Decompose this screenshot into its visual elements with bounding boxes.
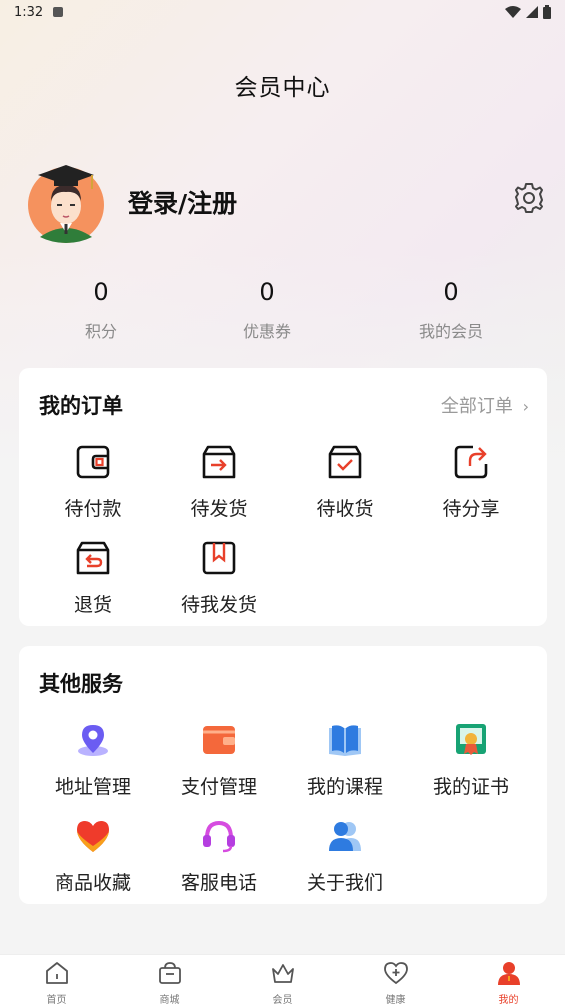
order-item-label: 退货 [73,594,112,616]
service-payment[interactable]: 支付管理 [156,720,282,799]
settings-button[interactable] [513,182,545,214]
service-customer-phone[interactable]: 客服电话 [156,816,282,895]
service-favorites[interactable]: 商品收藏 [30,816,156,895]
tab-mine[interactable]: 我的 [452,960,565,1004]
service-about-us[interactable]: 关于我们 [282,816,408,895]
status-icons [505,5,551,19]
services-card: 其他服务 地址管理 支付管理 我的课程 我的证书 商品收藏 客服电话 关于我们 [19,646,547,904]
stat-value: 0 [93,278,109,306]
tab-member[interactable]: 会员 [226,960,339,1004]
order-item-my-shipment[interactable]: 待我发货 [156,538,282,617]
book-icon [329,725,361,756]
health-icon [383,962,408,985]
home-icon [45,962,68,984]
service-label: 我的课程 [306,776,383,798]
order-item-pending-share[interactable]: 待分享 [408,442,534,521]
tab-label: 首页 [46,995,67,1004]
shop-icon [158,962,181,984]
order-item-label: 待分享 [442,498,500,520]
stats-row: 0 积分 0 优惠券 0 我的会员 [0,276,565,346]
all-orders-label: 全部订单 [440,396,513,417]
stat-value: 0 [259,278,275,306]
orders-title: 我的订单 [39,394,123,418]
gear-icon [515,183,543,213]
order-item-pending-shipment[interactable]: 待发货 [156,442,282,521]
stat-membership[interactable]: 0 我的会员 [381,276,521,342]
wifi-icon [505,5,521,18]
service-address[interactable]: 地址管理 [30,720,156,799]
certificate-icon [456,724,486,755]
people-icon [329,822,361,851]
tab-health[interactable]: 健康 [339,960,452,1004]
order-item-label: 待付款 [64,498,122,520]
service-label: 支付管理 [180,776,257,798]
order-item-return[interactable]: 退货 [30,538,156,617]
stat-label: 我的会员 [418,322,483,341]
wallet-icon [76,445,110,479]
service-label: 关于我们 [306,872,383,894]
status-bar: 1:32 [0,0,565,24]
signal-icon [526,5,538,18]
headset-icon [203,820,235,853]
order-item-pending-receipt[interactable]: 待收货 [282,442,408,521]
chevron-right-icon: › [522,397,529,416]
stat-coupons[interactable]: 0 优惠券 [197,276,337,342]
service-label: 地址管理 [54,776,131,798]
notification-icon [53,7,64,17]
crown-icon [271,964,294,983]
login-register-link[interactable]: 登录/注册 [128,184,237,220]
package-icon [202,541,236,575]
tab-label: 健康 [385,995,406,1004]
battery-icon [543,5,551,19]
stat-value: 0 [443,278,459,306]
box-check-icon [328,445,362,479]
graduate-avatar-icon [28,165,104,243]
service-certificate[interactable]: 我的证书 [408,720,534,799]
stat-points[interactable]: 0 积分 [31,276,171,342]
all-orders-link[interactable]: 全部订单 › [441,392,529,418]
order-item-pending-payment[interactable]: 待付款 [30,442,156,521]
page-title: 会员中心 [234,75,331,101]
share-icon [454,445,488,479]
return-icon [76,541,110,575]
location-icon [78,725,108,756]
payment-wallet-icon [203,726,235,754]
status-time: 1:32 [14,4,44,20]
service-label: 客服电话 [180,872,257,894]
orders-card: 我的订单 全部订单 › 待付款 待发货 待收货 待分享 退货 待我发货 [19,368,547,626]
tab-label: 商城 [159,995,180,1004]
tab-label: 我的 [498,995,519,1004]
profile-section: 登录/注册 [26,160,545,244]
box-send-icon [202,445,236,479]
heart-icon [77,821,109,852]
tab-label: 会员 [272,995,293,1004]
order-item-label: 待发货 [190,498,248,520]
bottom-tab-bar: 首页 商城 会员 健康 我的 [0,954,565,1004]
services-title: 其他服务 [39,672,123,696]
order-item-label: 待收货 [316,498,374,520]
service-label: 我的证书 [432,776,509,798]
tab-shop[interactable]: 商城 [113,960,226,1004]
stat-label: 优惠券 [242,322,291,341]
avatar[interactable] [26,161,106,243]
service-label: 商品收藏 [54,872,131,894]
order-item-label: 待我发货 [180,594,257,616]
tab-home[interactable]: 首页 [0,960,113,1004]
user-icon [497,962,520,985]
stat-label: 积分 [84,322,117,341]
service-courses[interactable]: 我的课程 [282,720,408,799]
